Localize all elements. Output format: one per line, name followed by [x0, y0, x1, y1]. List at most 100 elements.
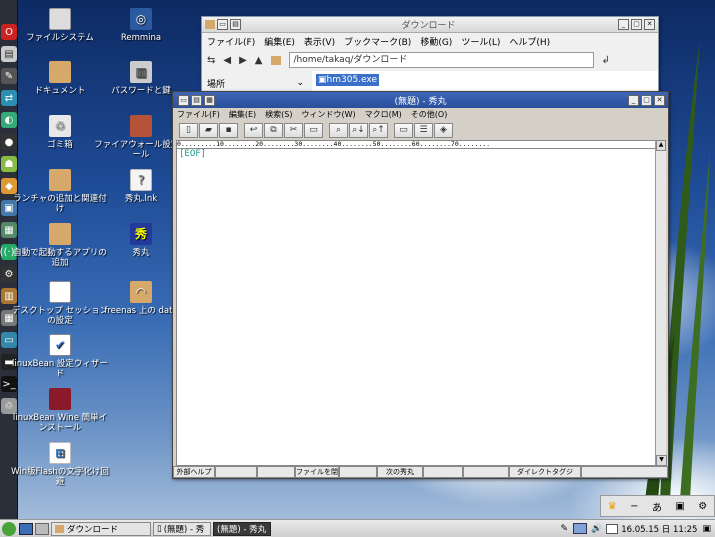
taskbar-item-hidemaru-1[interactable]: ▯ (無題) - 秀: [153, 521, 211, 536]
fkey-5[interactable]: [339, 466, 377, 478]
editor-area[interactable]: 0.........10........20........30........…: [176, 140, 660, 466]
file-item[interactable]: ▣hm305.exe: [316, 74, 379, 86]
scroll-up-arrow[interactable]: ▲: [656, 140, 666, 151]
fkey-3[interactable]: [257, 466, 295, 478]
menu-file[interactable]: ファイル(F): [177, 109, 220, 120]
task-label: (無題) - 秀: [163, 524, 205, 535]
file-manager-window[interactable]: ▭ ▤ ダウンロード _ ▢ ✕ ファイル(F) 編集(E) 表示(V) ブック…: [201, 16, 659, 96]
shade-button[interactable]: ▤: [191, 94, 202, 106]
session-icon: [49, 281, 71, 303]
paste-icon[interactable]: ▭: [304, 122, 323, 138]
home-folder-icon[interactable]: [270, 55, 281, 65]
shortcut-icon: ?: [130, 169, 152, 191]
start-menu-icon[interactable]: [2, 521, 16, 536]
network-folder-icon: ◠: [130, 281, 152, 303]
gear-icon[interactable]: ⚙: [1, 266, 17, 282]
pen-icon[interactable]: ✎: [560, 524, 568, 534]
desktop-icon-wine[interactable]: linuxBean Wine 簡単インストール: [10, 388, 110, 433]
menu-edit[interactable]: 編集(E): [229, 109, 256, 120]
volume-icon[interactable]: 🔊: [591, 524, 602, 534]
back-icon[interactable]: ◀: [223, 55, 231, 66]
menu-tools[interactable]: ツール(L): [461, 35, 500, 48]
search-up-icon[interactable]: ⌕↑: [369, 122, 388, 138]
compare-icon[interactable]: ☰: [414, 122, 433, 138]
fkey-4[interactable]: ファイルを閉じ: [295, 466, 339, 478]
menu-view[interactable]: 表示(V): [304, 35, 335, 48]
menu-file[interactable]: ファイル(F): [207, 35, 255, 48]
cut-icon[interactable]: ✂: [284, 122, 303, 138]
taskbar-item-downloads[interactable]: ダウンロード: [51, 521, 151, 536]
window-menu-button[interactable]: ▭: [217, 19, 228, 30]
wizard-icon: ✔: [49, 334, 71, 356]
desktop-icon-wizard[interactable]: ✔ linuxBean 設定ウィザード: [10, 334, 110, 379]
ruler: 0.........10........20........30........…: [177, 141, 659, 149]
exe-icon: ▣: [318, 75, 327, 85]
close-button[interactable]: ✕: [654, 94, 665, 106]
show-desktop-icon[interactable]: [19, 522, 33, 535]
hidemaru-titlebar[interactable]: ▭ ▤ ▦ (無題) - 秀丸 _ ▢ ✕: [173, 92, 668, 108]
dictionary-icon[interactable]: ▣: [675, 501, 684, 512]
clock[interactable]: 16.05.15 日 11:25: [621, 523, 697, 535]
minus-icon[interactable]: −: [630, 501, 638, 512]
grep-icon[interactable]: ▭: [394, 122, 413, 138]
copy-icon[interactable]: ⧉: [264, 122, 283, 138]
network-status-icon[interactable]: [573, 523, 587, 534]
macro-icon[interactable]: ◈: [434, 122, 453, 138]
search-down-icon[interactable]: ⌕↓: [349, 122, 368, 138]
menu-go[interactable]: 移動(G): [420, 35, 452, 48]
desktop-icon-remmina[interactable]: ◎ Remmina: [91, 8, 191, 43]
crown-icon[interactable]: ♛: [608, 501, 617, 512]
search-icon[interactable]: ⌕: [329, 122, 348, 138]
files-icon[interactable]: ▤: [1, 46, 17, 62]
fkey-7[interactable]: [423, 466, 463, 478]
undo-icon[interactable]: ↩: [244, 122, 263, 138]
hidemaru-window[interactable]: ▭ ▤ ▦ (無題) - 秀丸 _ ▢ ✕ ファイル(F) 編集(E) 検索(S…: [172, 91, 669, 479]
desktop-icon-label: ゴミ箱: [47, 140, 73, 150]
shade-button[interactable]: ▤: [230, 19, 241, 30]
maximize-button[interactable]: ▢: [641, 94, 652, 106]
desktop-icon-label: freenas 上の data: [104, 306, 178, 316]
fkey-1[interactable]: 外部ヘルプ: [173, 466, 215, 478]
input-method-icon[interactable]: あ: [652, 499, 662, 514]
new-file-icon[interactable]: ▯: [179, 122, 198, 138]
fkey-2[interactable]: [215, 466, 257, 478]
go-icon[interactable]: ↲: [602, 55, 610, 66]
notification-icon[interactable]: [606, 523, 619, 534]
menu-search[interactable]: 検索(S): [265, 109, 292, 120]
minimize-button[interactable]: _: [628, 94, 639, 106]
taskbar-item-hidemaru-active[interactable]: (無題) - 秀丸: [213, 521, 271, 536]
minimize-button[interactable]: _: [618, 19, 629, 30]
file-manager-launcher-icon[interactable]: [35, 522, 49, 535]
trash-icon: ♲: [49, 115, 71, 137]
fkey-9[interactable]: ダイレクトタグジ: [509, 466, 581, 478]
vertical-scrollbar[interactable]: ▲ ▼: [655, 140, 667, 466]
desktop-icon-flash[interactable]: ⊞ Win版Flashの文字化け回避: [10, 442, 110, 487]
power-icon[interactable]: ▣: [702, 524, 711, 534]
path-input[interactable]: /home/takaq/ダウンロード: [288, 52, 594, 68]
sticky-button[interactable]: ▦: [204, 94, 215, 106]
task-label: ダウンロード: [67, 524, 119, 535]
fkey-8[interactable]: [463, 466, 509, 478]
menu-bookmark[interactable]: ブックマーク(B): [344, 35, 411, 48]
scroll-down-arrow[interactable]: ▼: [656, 455, 667, 466]
file-manager-titlebar[interactable]: ▭ ▤ ダウンロード _ ▢ ✕: [202, 17, 658, 33]
chevron-down-icon[interactable]: ⌄: [296, 78, 304, 88]
menu-help[interactable]: ヘルプ(H): [509, 35, 550, 48]
menu-window[interactable]: ウィンドウ(W): [301, 109, 355, 120]
new-tab-icon[interactable]: ⇆: [207, 55, 215, 66]
save-icon[interactable]: ▪: [219, 122, 238, 138]
forward-icon[interactable]: ▶: [239, 55, 247, 66]
fkey-6[interactable]: 次の秀丸: [377, 466, 423, 478]
settings-icon[interactable]: ⚙: [698, 501, 707, 512]
maximize-button[interactable]: ▢: [631, 19, 642, 30]
menu-macro[interactable]: マクロ(M): [365, 109, 402, 120]
system-menu-button[interactable]: ▭: [178, 94, 189, 106]
close-button[interactable]: ✕: [644, 19, 655, 30]
menu-other[interactable]: その他(O): [411, 109, 448, 120]
fkey-10[interactable]: [581, 466, 668, 478]
up-icon[interactable]: ▲: [255, 55, 263, 66]
desktop-icon-label: 秀丸: [132, 248, 150, 258]
menu-edit[interactable]: 編集(E): [264, 35, 295, 48]
folder-icon: [55, 524, 64, 533]
open-folder-icon[interactable]: ▰: [199, 122, 218, 138]
